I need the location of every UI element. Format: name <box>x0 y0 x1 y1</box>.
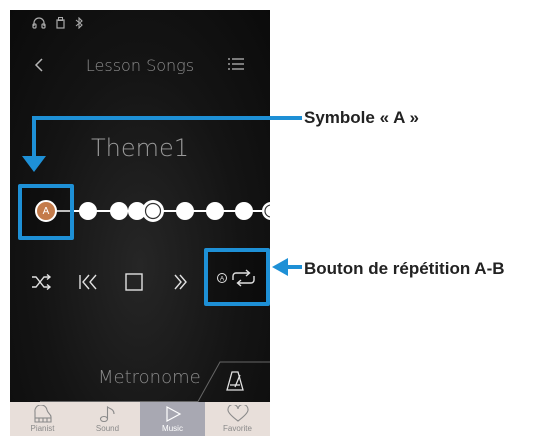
music-note-icon <box>99 405 115 423</box>
marker-a-highlight: A <box>18 184 74 240</box>
timeline-dot <box>235 202 253 220</box>
timeline-dot <box>176 202 194 220</box>
tab-label: Sound <box>95 424 120 433</box>
status-bar <box>32 14 83 32</box>
timeline-dot <box>110 202 128 220</box>
play-icon <box>165 405 181 423</box>
tab-label: Favorite <box>223 424 252 433</box>
headphones-icon <box>32 17 46 29</box>
timeline-dot <box>79 202 97 220</box>
tab-label: Music <box>162 424 183 433</box>
stop-icon[interactable] <box>120 268 148 296</box>
heart-icon <box>226 405 249 422</box>
bluetooth-icon <box>75 17 83 29</box>
tab-music[interactable]: Music <box>140 402 205 436</box>
timeline-dot <box>206 202 224 220</box>
usb-storage-icon <box>56 17 65 29</box>
timeline-dot <box>262 202 270 220</box>
previous-icon[interactable] <box>74 268 102 296</box>
callout-symbol-a: Symbole « A » <box>304 108 419 127</box>
arrowhead-ab <box>272 258 288 276</box>
list-menu-icon[interactable] <box>228 57 244 71</box>
tab-favorite[interactable]: Favorite <box>205 402 270 436</box>
piano-icon <box>33 405 52 423</box>
ab-a-glyph: A <box>220 276 225 283</box>
callout-ab-repeat: Bouton de répétition A-B <box>304 259 505 278</box>
tab-sound[interactable]: Sound <box>75 402 140 436</box>
phone-screen: Lesson Songs Theme1 A A Metronome Pianis… <box>10 10 270 436</box>
nav-bar: Lesson Songs <box>10 52 270 78</box>
song-title: Theme1 <box>90 134 190 162</box>
metronome-icon[interactable] <box>226 370 244 397</box>
bottom-tab-bar: Pianist Sound Music Favorite <box>10 402 270 436</box>
ab-repeat-button[interactable]: A <box>204 248 270 306</box>
shuffle-icon[interactable] <box>28 268 56 296</box>
ab-repeat-icon: A <box>217 269 255 287</box>
next-icon[interactable] <box>166 268 194 296</box>
marker-a[interactable]: A <box>35 200 57 222</box>
metronome-bar: Metronome <box>10 358 270 402</box>
tab-pianist[interactable]: Pianist <box>10 402 75 436</box>
tab-label: Pianist <box>30 424 55 433</box>
metronome-label: Metronome <box>98 367 201 388</box>
